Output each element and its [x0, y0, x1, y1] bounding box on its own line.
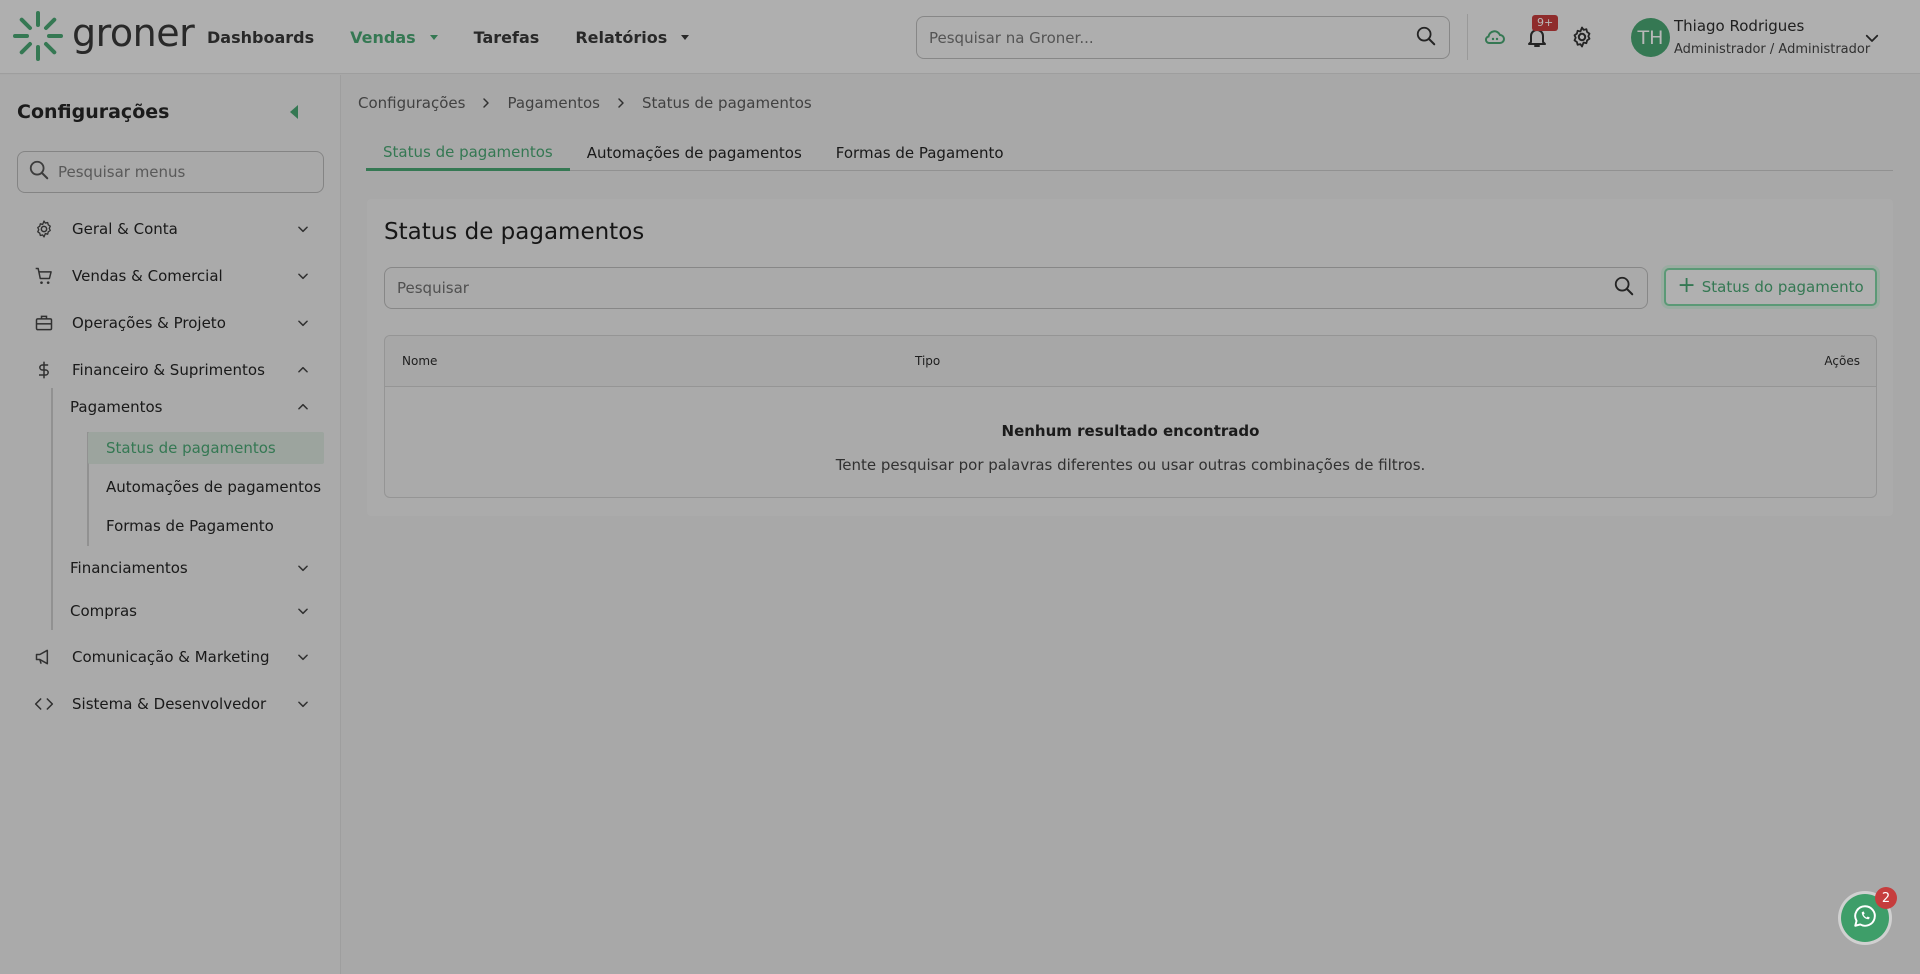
- nav-relatorios[interactable]: Relatórios: [575, 27, 690, 47]
- caret-down-icon: [429, 34, 438, 40]
- chat-badge: 2: [1875, 887, 1897, 909]
- sidebar-sub-label: Compras: [70, 602, 137, 620]
- breadcrumb-current: Status de pagamentos: [641, 94, 812, 112]
- sidebar-item-geral-conta[interactable]: Geral & Conta: [32, 213, 310, 245]
- briefcase-icon: [32, 311, 56, 335]
- chevron-up-icon: [296, 400, 310, 414]
- groner-logo[interactable]: groner: [12, 10, 195, 62]
- sidebar-sub-pagamentos[interactable]: Pagamentos: [70, 392, 310, 422]
- code-icon: [32, 692, 56, 716]
- cart-icon: [32, 264, 56, 288]
- main-nav: Dashboards Vendas Tarefas Relatórios: [207, 0, 725, 74]
- nav-tarefas[interactable]: Tarefas: [474, 28, 540, 47]
- nav-label: Vendas: [350, 27, 416, 47]
- chevron-down-icon: [296, 561, 310, 575]
- payment-status-table: Nome Tipo Ações Nenhum resultado encontr…: [384, 335, 1877, 498]
- empty-state-subtitle: Tente pesquisar por palavras diferentes …: [835, 456, 1426, 474]
- global-search: [916, 16, 1450, 59]
- page-title: Status de pagamentos: [384, 219, 645, 245]
- nav-vendas[interactable]: Vendas: [350, 28, 438, 47]
- sidebar-leaf-automacoes-pagamentos[interactable]: Automações de pagamentos: [88, 471, 324, 503]
- add-payment-status-button[interactable]: + Status do pagamento: [1664, 268, 1877, 306]
- user-name: Thiago Rodrigues: [1674, 17, 1805, 35]
- sidebar-leaf-status-pagamentos[interactable]: Status de pagamentos: [88, 432, 324, 464]
- sidebar-item-sistema-desenvolvedor[interactable]: Sistema & Desenvolvedor: [32, 688, 310, 720]
- plus-icon: +: [1677, 273, 1696, 298]
- sidebar-sub-label: Pagamentos: [70, 398, 163, 416]
- dollar-icon: [32, 358, 56, 382]
- search-icon[interactable]: [1613, 275, 1635, 301]
- table-search: [384, 267, 1648, 309]
- global-search-input[interactable]: [929, 28, 1415, 47]
- table-search-input[interactable]: [397, 279, 1613, 297]
- chevron-down-icon: [296, 604, 310, 618]
- sidebar-sub-label: Financiamentos: [70, 559, 188, 577]
- settings-sidebar: Configurações Geral & Conta Vendas & Com…: [0, 75, 341, 974]
- tabs: Status de pagamentos Automações de pagam…: [366, 134, 1893, 171]
- notification-badge: 9+: [1532, 15, 1559, 31]
- search-icon: [28, 159, 50, 185]
- tab-formas-pagamento[interactable]: Formas de Pagamento: [819, 134, 1021, 171]
- table-header: Nome Tipo Ações: [385, 336, 1876, 387]
- user-role: Administrador / Administrador: [1674, 42, 1871, 57]
- sidebar-item-financeiro-suprimentos[interactable]: Financeiro & Suprimentos: [32, 354, 310, 386]
- tree-connector: [51, 388, 53, 630]
- sidebar-search: [17, 151, 324, 193]
- add-button-label: Status do pagamento: [1701, 278, 1864, 296]
- sidebar-item-vendas-comercial[interactable]: Vendas & Comercial: [32, 260, 310, 292]
- sidebar-item-operacoes-projeto[interactable]: Operações & Projeto: [32, 307, 310, 339]
- search-icon[interactable]: [1415, 25, 1437, 51]
- nav-label: Dashboards: [207, 27, 315, 47]
- breadcrumb-item[interactable]: Configurações: [358, 94, 465, 112]
- chevron-down-icon: [296, 222, 310, 236]
- tab-status-pagamentos[interactable]: Status de pagamentos: [366, 134, 570, 171]
- gear-icon: [32, 217, 56, 241]
- tab-automacoes-pagamentos[interactable]: Automações de pagamentos: [570, 134, 819, 171]
- sidebar-item-label: Geral & Conta: [72, 220, 178, 238]
- sidebar-item-label: Vendas & Comercial: [72, 267, 223, 285]
- chevron-down-icon: [296, 650, 310, 664]
- chevron-up-icon: [296, 363, 310, 377]
- sidebar-leaf-formas-pagamento[interactable]: Formas de Pagamento: [88, 510, 324, 542]
- sidebar-sub-compras[interactable]: Compras: [70, 596, 310, 626]
- header-divider: [1467, 14, 1468, 60]
- sidebar-title: Configurações: [17, 101, 170, 123]
- assistant-cloud-icon[interactable]: [1482, 24, 1508, 50]
- gear-icon[interactable]: [1569, 24, 1595, 50]
- column-header-tipo[interactable]: Tipo: [915, 354, 940, 368]
- chevron-down-icon: [296, 316, 310, 330]
- sidebar-item-label: Financeiro & Suprimentos: [72, 361, 265, 379]
- chevron-right-icon: [615, 97, 627, 109]
- sidebar-item-label: Operações & Projeto: [72, 314, 226, 332]
- breadcrumb: Configurações Pagamentos Status de pagam…: [358, 94, 812, 112]
- caret-down-icon: [681, 34, 690, 40]
- nav-label: Tarefas: [473, 27, 540, 47]
- collapse-sidebar-icon[interactable]: [290, 105, 298, 119]
- brand-name: groner: [72, 11, 195, 55]
- nav-dashboards[interactable]: Dashboards: [207, 28, 314, 47]
- sidebar-item-label: Comunicação & Marketing: [72, 648, 270, 666]
- nav-label: Relatórios: [575, 27, 668, 47]
- content-card: Status de pagamentos + Status do pagamen…: [367, 199, 1893, 516]
- sidebar-item-comunicacao-marketing[interactable]: Comunicação & Marketing: [32, 641, 310, 673]
- chevron-down-icon: [296, 697, 310, 711]
- column-header-nome[interactable]: Nome: [402, 354, 437, 368]
- sidebar-sub-financiamentos[interactable]: Financiamentos: [70, 553, 310, 583]
- sidebar-search-input[interactable]: [58, 163, 313, 181]
- empty-state-title: Nenhum resultado encontrado: [1001, 422, 1260, 440]
- chevron-down-icon: [296, 269, 310, 283]
- avatar[interactable]: TH: [1631, 18, 1670, 57]
- top-bar: groner Dashboards Vendas Tarefas Relatór…: [0, 0, 1920, 74]
- megaphone-icon: [32, 645, 56, 669]
- column-header-acoes: Ações: [1824, 354, 1860, 368]
- whatsapp-icon: [1852, 903, 1878, 933]
- chevron-down-icon[interactable]: [1862, 28, 1882, 48]
- groner-logo-icon: [13, 11, 63, 61]
- sidebar-item-label: Sistema & Desenvolvedor: [72, 695, 267, 713]
- chevron-right-icon: [480, 97, 492, 109]
- breadcrumb-item[interactable]: Pagamentos: [507, 94, 600, 112]
